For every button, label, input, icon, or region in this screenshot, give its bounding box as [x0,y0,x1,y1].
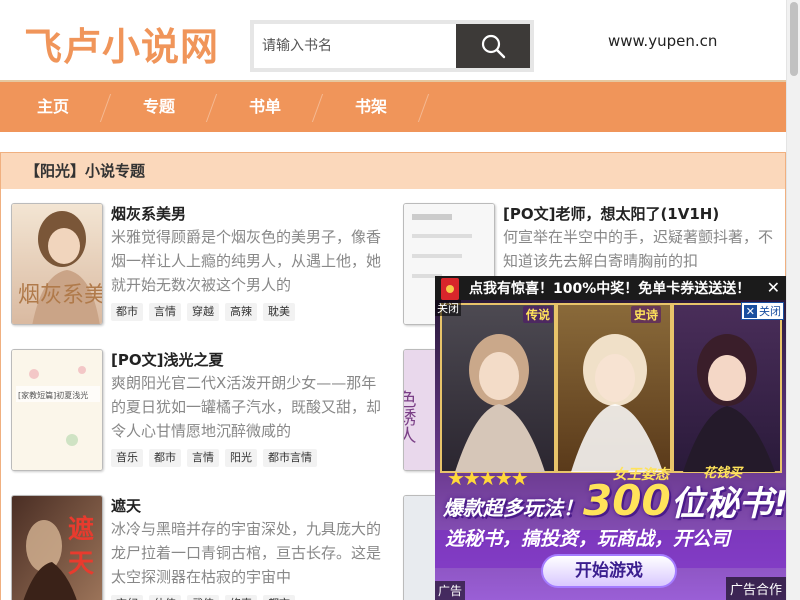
book-tag[interactable]: 修真 [225,595,257,600]
search-input[interactable] [254,24,456,68]
book-tag[interactable]: 音乐 [111,449,143,467]
book-title[interactable]: 遮天 [111,495,141,516]
nav-item-home[interactable]: 主页 [0,82,106,132]
page: 飞卢小说网 www.yupen.cn 主页 专题 书单 书架 【阳光】小说专题 [0,0,786,600]
book-cover[interactable] [403,495,437,600]
book-title[interactable]: 烟灰系美男 [111,203,186,224]
book-tag[interactable]: 言情 [187,449,219,467]
book-tag[interactable]: 穿越 [187,303,219,321]
book-tag[interactable]: 都市言情 [263,449,317,467]
ad-headline: 爆款超多玩法！300位秘书! [443,476,786,525]
close-icon[interactable]: ✕ [767,278,780,297]
book-cover-title: 遮 [68,514,94,545]
scrollbar-thumb[interactable] [790,2,798,76]
ad-badge: 史诗 [631,306,662,323]
book-title[interactable]: [PO文]浅光之夏 [111,349,223,370]
book-tag[interactable]: 都市 [111,303,143,321]
header: 飞卢小说网 www.yupen.cn [0,0,786,80]
book-tag[interactable]: 耽美 [263,303,295,321]
ad-cooperation-link[interactable]: 广告合作 [725,577,786,600]
site-logo[interactable]: 飞卢小说网 [24,16,219,71]
ad-badge: 传说 [523,306,554,323]
ad-top-text[interactable]: 点我有惊喜！100%中奖！免单卡券送送送！ [469,278,750,298]
nav-item-booklist[interactable]: 书单 [212,82,318,132]
ad-banner[interactable]: 点我有惊喜！100%中奖！免单卡券送送送！ ✕ 关闭 ✕ 关闭 传说 史诗 ★★★… [435,276,786,600]
ad-close-button[interactable]: ✕ 关闭 [740,302,784,320]
main-nav: 主页 专题 书单 书架 [0,80,786,132]
book-tags: 玄幻 仙侠 武侠 修真 都市 [111,595,295,600]
ad-top-bar[interactable]: 点我有惊喜！100%中奖！免单卡券送送送！ ✕ [435,276,786,300]
search-bar [250,20,534,72]
search-icon [481,34,506,59]
book-description: 米雅觉得顾爵是个烟灰色的美男子，像香烟一样让人上瘾的纯男人，从遇上他，她就开始无… [111,228,381,294]
search-button[interactable] [456,24,530,68]
book-cover[interactable]: [家教短篇]初夏浅光 [11,349,103,471]
book-tag[interactable]: 言情 [149,303,181,321]
book-tag[interactable]: 仙侠 [149,595,181,600]
book-item[interactable]: 色诱人 [403,349,437,473]
close-icon: ✕ [743,305,757,318]
book-item[interactable]: 烟灰系美男 烟灰系美男 米雅觉得顾爵是个烟灰色的美男子，像香烟一样让人上瘾的纯男… [11,203,391,327]
book-item[interactable]: 遮 天 遮天 冰冷与黑暗并存的宇宙深处，九具庞大的龙尸拉着一口青铜古棺，亘古长存… [11,495,391,600]
ad-label: 广告 [435,581,466,600]
book-tag[interactable]: 都市 [263,595,295,600]
book-tag[interactable]: 都市 [149,449,181,467]
book-description: 冰冷与黑暗并存的宇宙深处，九具庞大的龙尸拉着一口青铜古棺，亘古长存。这是太空探测… [111,520,381,586]
book-cover-title: 烟灰系美男 [18,283,103,308]
book-description: 爽朗阳光官二代X活泼开朗少女——那年的夏日犹如一罐橘子汽水，既酸又甜，却令人心甘… [111,374,381,440]
site-domain: www.yupen.cn [608,32,718,50]
nav-item-bookshelf[interactable]: 书架 [318,82,424,132]
book-cover-title: [家教短篇]初夏浅光 [18,390,88,400]
book-cover[interactable]: 烟灰系美男 [11,203,103,325]
book-cover[interactable]: 遮 天 [11,495,103,600]
book-tag[interactable]: 阳光 [225,449,257,467]
nav-item-topics[interactable]: 专题 [106,82,212,132]
ad-subtitle: 选秘书，搞投资，玩商战，开公司 [445,528,731,550]
page-scrollbar[interactable] [786,0,800,600]
book-cover-title: 色诱人 [404,390,417,444]
book-title[interactable]: [PO文]老师，想太阳了(1V1H) [503,203,719,224]
section-title: 【阳光】小说专题 [1,153,785,189]
book-tag[interactable]: 玄幻 [111,595,143,600]
book-tag[interactable]: 高辣 [225,303,257,321]
ad-close-link[interactable]: 关闭 [435,300,461,316]
book-tags: 音乐 都市 言情 阳光 都市言情 [111,449,317,467]
book-item[interactable]: [家教短篇]初夏浅光 [PO文]浅光之夏 爽朗阳光官二代X活泼开朗少女——那年的… [11,349,391,473]
start-game-button[interactable]: 开始游戏 [541,554,677,588]
ad-close-label: 关闭 [759,305,781,318]
book-item[interactable] [403,495,437,600]
book-tags: 都市 言情 穿越 高辣 耽美 [111,303,295,321]
book-tag[interactable]: 武侠 [187,595,219,600]
book-cover[interactable]: 色诱人 [403,349,437,471]
red-packet-icon [441,278,459,300]
book-cover-title: 天 [68,549,94,579]
